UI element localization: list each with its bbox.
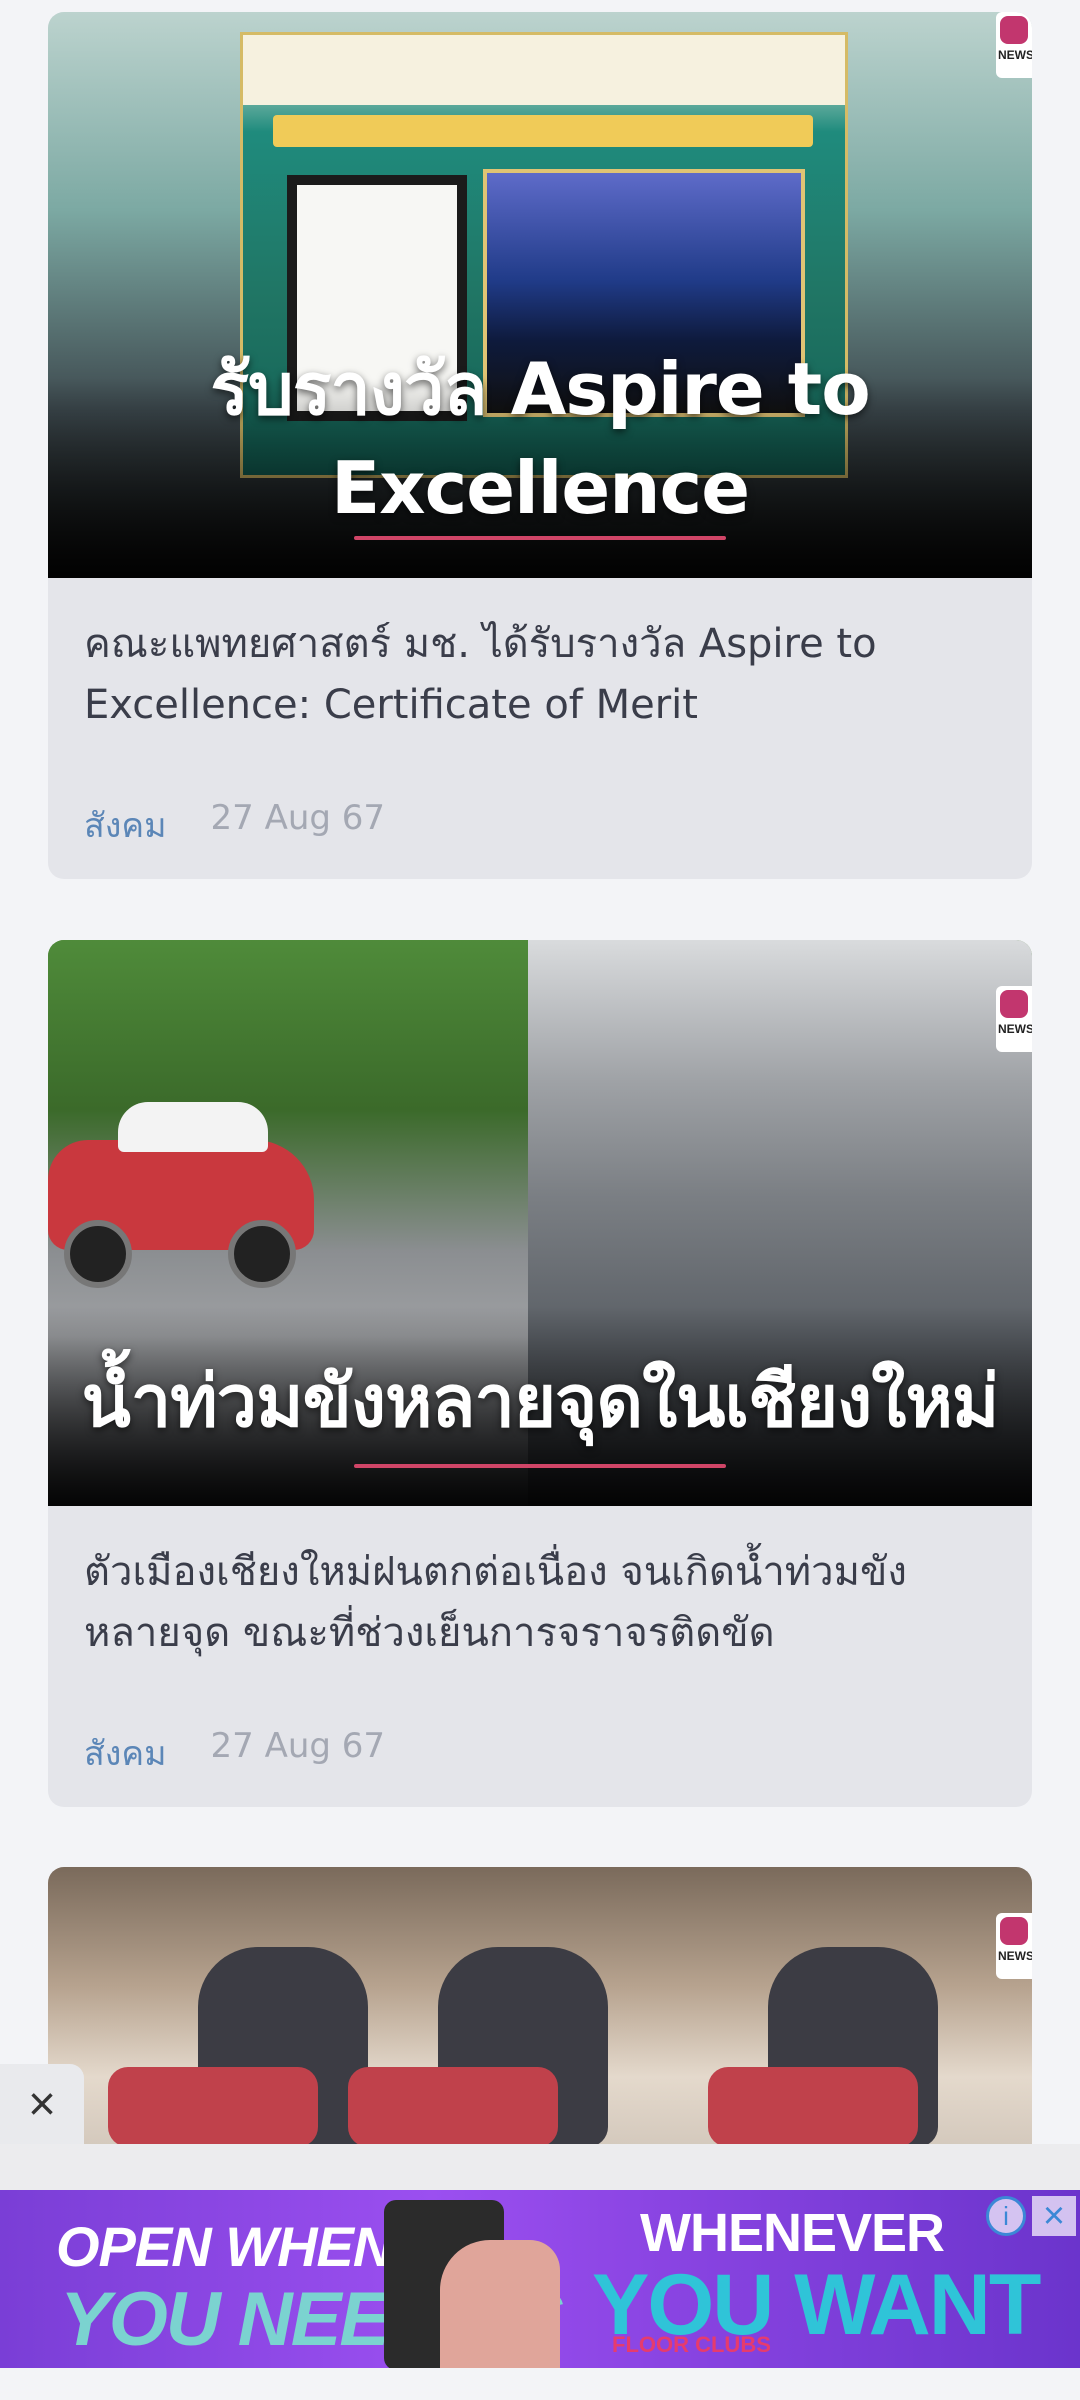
article-category[interactable]: สังคม [84,1726,167,1780]
article-headline[interactable]: คณะแพทยศาสตร์ มช. ได้รับรางวัล Aspire to… [84,614,992,736]
thumbnail-overlay-title: รับรางวัล Aspire to Excellence [210,347,870,530]
title-underline [354,1464,726,1468]
article-category[interactable]: สังคม [84,798,167,852]
article-date: 27 Aug 67 [210,798,386,838]
ad-text-line5: FLOOR CLUBS [612,2332,771,2357]
article-card[interactable]: NEWS [48,1867,1032,2167]
ad-info-icon[interactable]: i [986,2196,1026,2236]
article-meta: สังคม 27 Aug 67 [84,1726,385,1780]
article-thumbnail[interactable]: NEWS [48,1867,1032,2167]
article-card[interactable]: NEWS รับรางวัล Aspire to Excellence คณะแ… [48,12,1032,879]
ad-close-icon[interactable]: × [1032,2195,1076,2237]
article-headline[interactable]: ตัวเมืองเชียงใหม่ฝนตกต่อเนื่อง จนเกิดน้ำ… [84,1542,992,1664]
news-logo-badge: NEWS [996,1913,1032,1979]
close-icon: × [27,2077,57,2131]
ad-text-line1: OPEN WHEN [56,2215,393,2278]
ad-text-line3: WHENEVER [640,2203,945,2263]
article-meta: สังคม 27 Aug 67 [84,798,385,852]
ad-container-top [0,2144,1080,2190]
close-ad-button[interactable]: × [0,2064,84,2144]
article-thumbnail[interactable]: NEWS น้ำท่วมขังหลายจุดในเชียงใหม่ [48,940,1032,1506]
article-card[interactable]: NEWS น้ำท่วมขังหลายจุดในเชียงใหม่ ตัวเมื… [48,940,1032,1807]
article-thumbnail[interactable]: NEWS รับรางวัล Aspire to Excellence [48,12,1032,578]
thumbnail-overlay-title: น้ำท่วมขังหลายจุดในเชียงใหม่ [81,1359,1000,1443]
news-logo-badge: NEWS [996,986,1032,1052]
article-date: 27 Aug 67 [210,1726,386,1766]
title-underline [354,536,726,540]
news-logo-badge: NEWS [996,12,1032,78]
banner-ad[interactable]: OPEN WHEN YOU NEED US WHENEVER YOU WANT … [0,2190,1080,2368]
